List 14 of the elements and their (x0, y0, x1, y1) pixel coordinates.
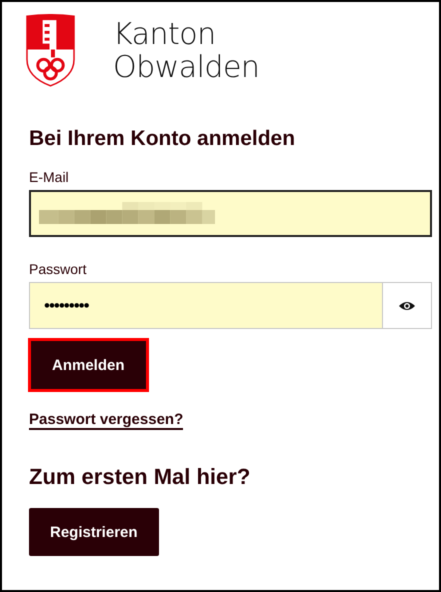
register-heading: Zum ersten Mal hier? (29, 464, 252, 490)
eye-icon (398, 300, 416, 312)
show-password-button[interactable] (383, 282, 432, 329)
email-label: E-Mail (29, 169, 70, 185)
forgot-password-link[interactable]: Passwort vergessen? (29, 411, 184, 430)
coat-of-arms-icon (26, 14, 75, 87)
register-button[interactable]: Registrieren (29, 508, 159, 556)
login-heading: Bei Ihrem Konto anmelden (29, 127, 296, 151)
password-field[interactable]: ••••••••• (29, 282, 383, 329)
login-button[interactable]: Anmelden (31, 341, 146, 389)
logo-text: Kanton (113, 18, 216, 50)
email-field[interactable] (29, 190, 432, 237)
logo-text: Obwalden (113, 50, 260, 84)
password-label: Passwort (29, 261, 88, 277)
